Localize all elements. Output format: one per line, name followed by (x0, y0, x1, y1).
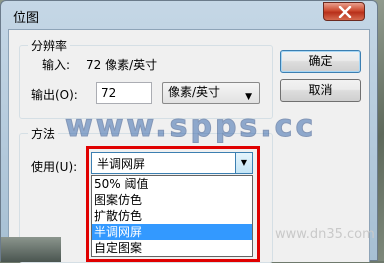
faint-watermark: www.dn35.com (275, 227, 375, 242)
title-bar[interactable]: 位图 (1, 1, 377, 28)
close-button[interactable] (323, 2, 365, 21)
unit-select[interactable]: 像素/英寸 ▼ (162, 82, 260, 104)
highlight-box (86, 146, 260, 262)
window-title: 位图 (13, 11, 40, 26)
bitmap-dialog: 位图 分辨率 输入: 72 像素/英寸 输出(O): 72 像素/英寸 ▼ 方法… (0, 0, 378, 263)
resolution-group: 分辨率 输入: 72 像素/英寸 输出(O): 72 像素/英寸 ▼ (19, 37, 273, 119)
background-corner (1, 237, 61, 262)
unit-select-value: 像素/英寸 (168, 85, 221, 99)
output-field[interactable]: 72 (96, 82, 152, 104)
output-label: 输出(O): (31, 88, 78, 102)
cancel-button[interactable]: 取消 (280, 79, 361, 102)
chevron-down-icon: ▼ (245, 92, 252, 102)
method-group-title: 方法 (28, 125, 59, 142)
output-field-value: 72 (101, 86, 117, 100)
resolution-group-title: 分辨率 (28, 37, 71, 54)
input-label: 输入: (42, 58, 71, 72)
use-label: 使用(U): (31, 160, 78, 174)
watermark-text: www.spps.cc (64, 109, 317, 145)
close-icon (338, 6, 352, 18)
ok-button[interactable]: 确定 (280, 50, 361, 73)
input-value: 72 像素/英寸 (86, 58, 158, 72)
